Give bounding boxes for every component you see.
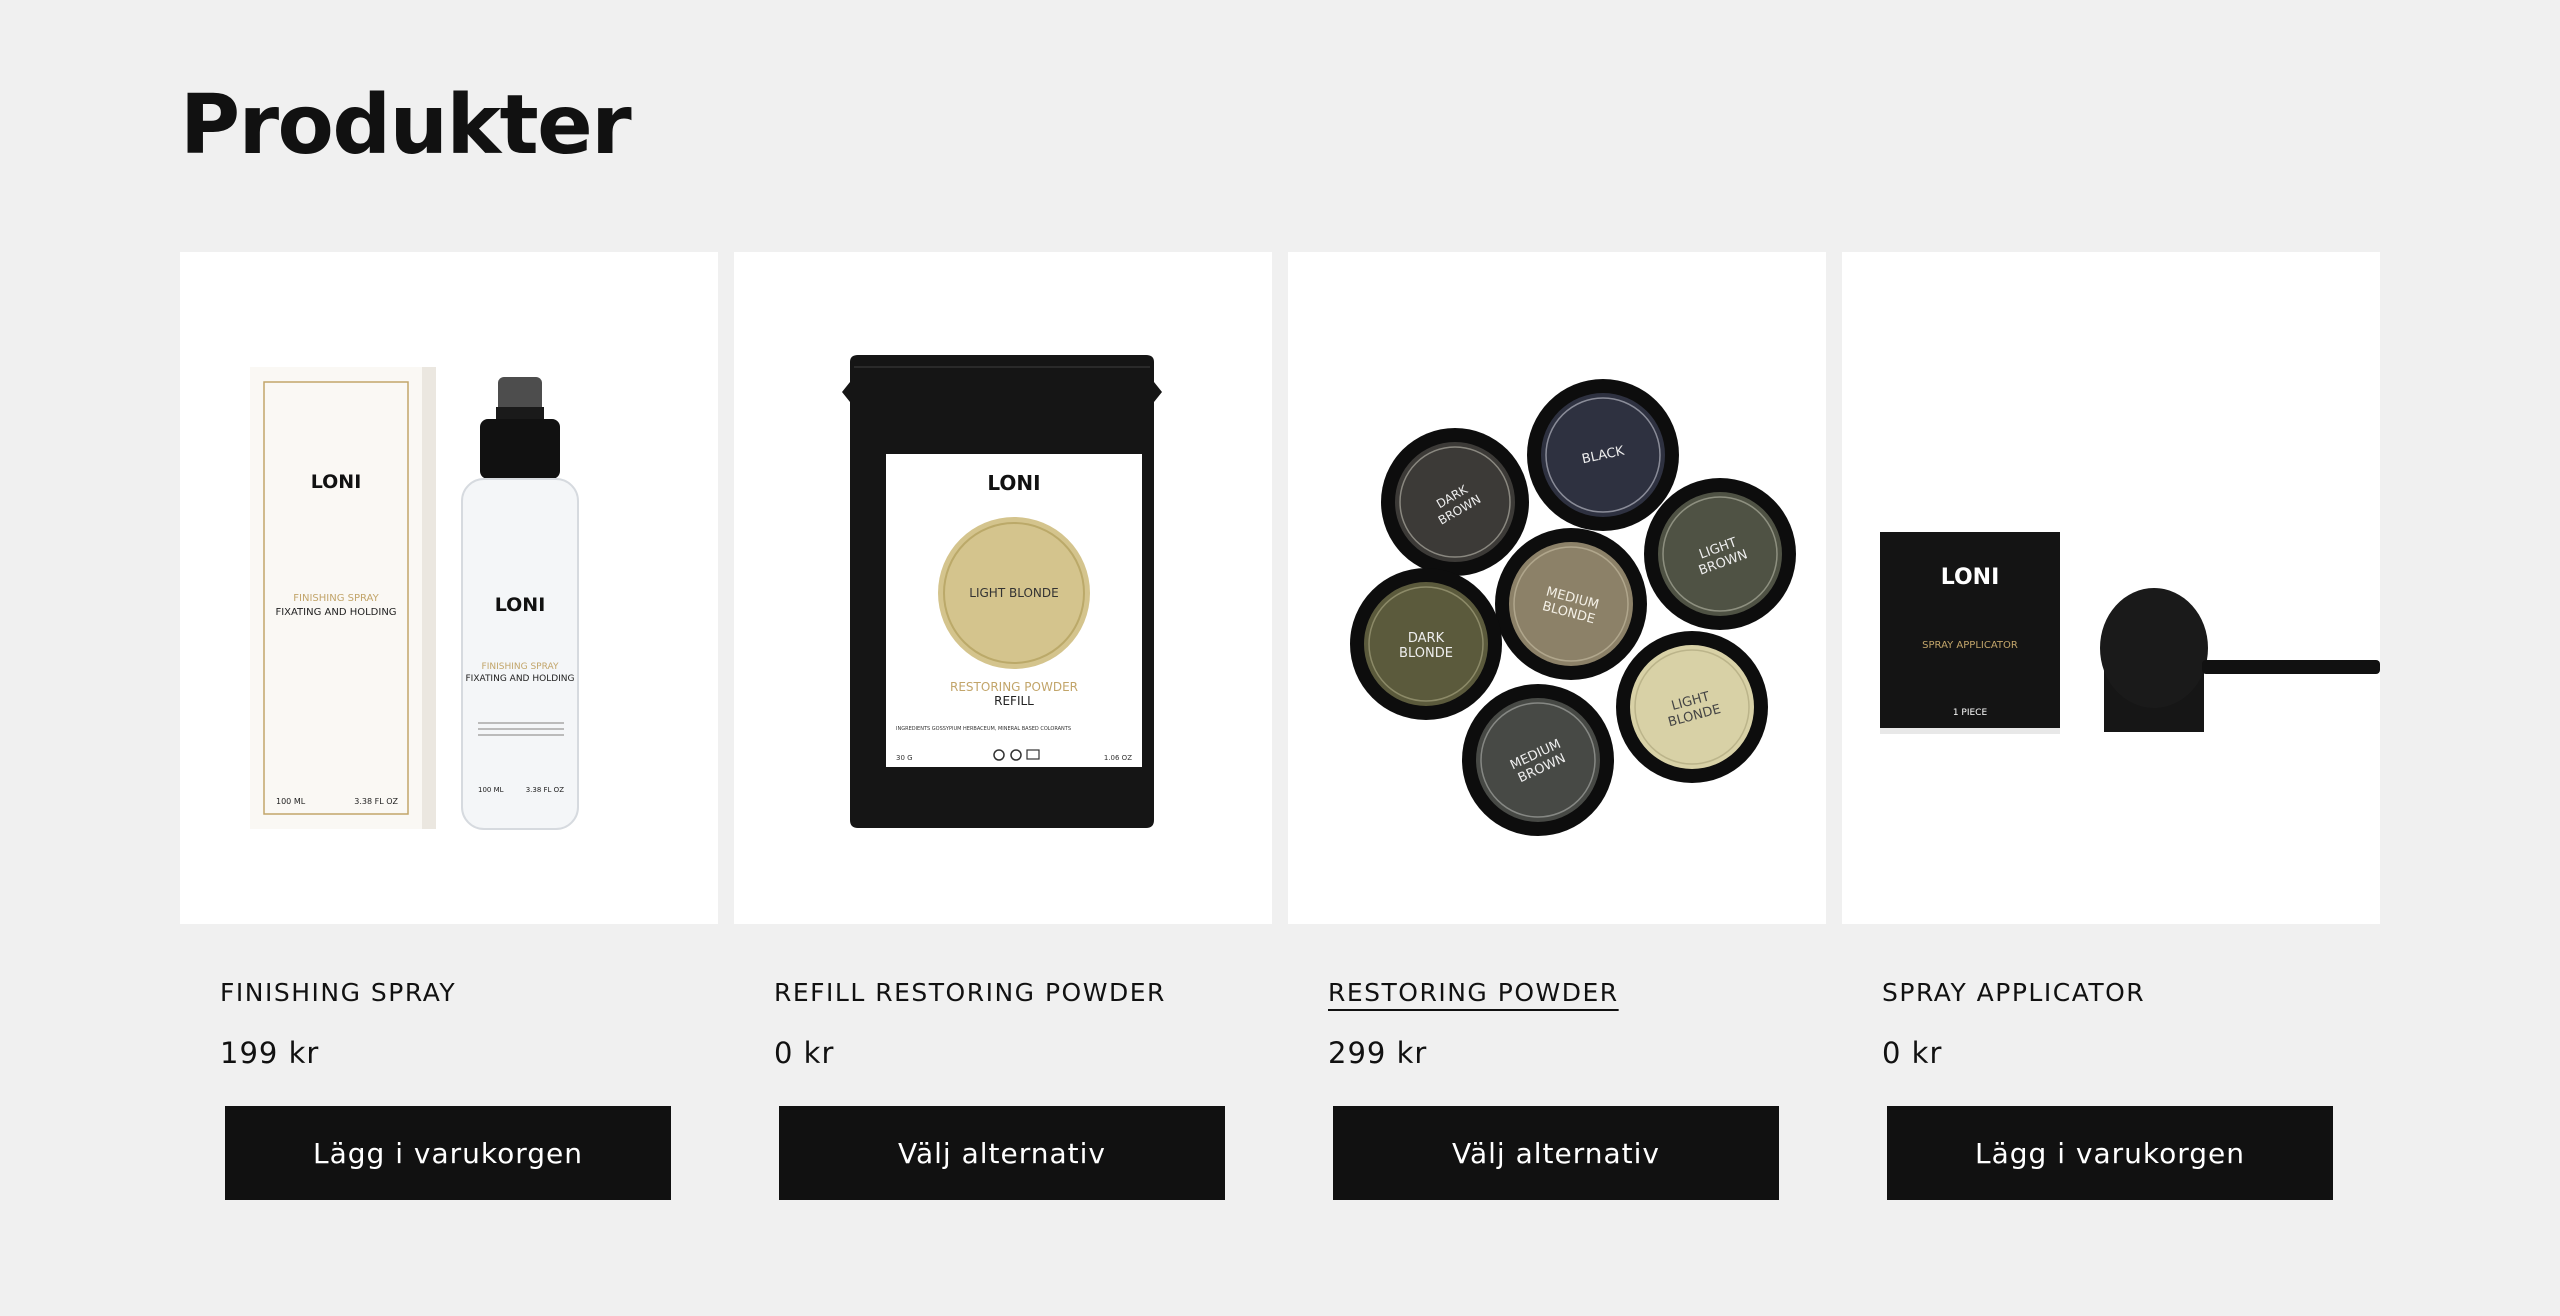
product-price: 199 kr [220, 1036, 320, 1070]
pouch-ingredients: INGREDIENTS GOSSYPIUM HERBACEUM, MINERAL… [896, 726, 1071, 732]
product-name[interactable]: SPRAY APPLICATOR [1882, 978, 2145, 1008]
product-name[interactable]: REFILL RESTORING POWDER [774, 978, 1166, 1008]
box-volume-ml: 100 ML [276, 797, 306, 806]
product-name[interactable]: RESTORING POWDER [1328, 978, 1619, 1008]
product-card-finishing-spray: LONI FINISHING SPRAY FIXATING AND HOLDIN… [180, 252, 718, 1200]
product-grid: LONI FINISHING SPRAY FIXATING AND HOLDIN… [180, 252, 2380, 1200]
restoring-powder-jars-illustration: DARK BROWN BLACK LIGHT BROWN MEDIUM BLON… [1350, 379, 1796, 836]
box-volume-oz: 3.38 FL OZ [354, 797, 398, 806]
product-card-restoring-powder: DARK BROWN BLACK LIGHT BROWN MEDIUM BLON… [1288, 252, 1826, 1200]
bottle-line1: FINISHING SPRAY [482, 662, 559, 672]
pouch-line2: REFILL [994, 694, 1034, 708]
refill-pouch-illustration: LONI LIGHT BLONDE RESTORING POWDER REFIL… [842, 355, 1162, 828]
product-price: 0 kr [774, 1036, 835, 1070]
add-to-cart-button[interactable]: Lägg i varukorgen [225, 1106, 671, 1200]
product-name[interactable]: FINISHING SPRAY [220, 978, 456, 1008]
jar-label-5b: BLONDE [1399, 646, 1453, 661]
jar-label-5a: DARK [1408, 631, 1445, 646]
product-price: 0 kr [1882, 1036, 1943, 1070]
add-to-cart-button[interactable]: Lägg i varukorgen [1887, 1106, 2333, 1200]
pouch-weight-oz: 1.06 OZ [1104, 754, 1132, 762]
product-price: 299 kr [1328, 1036, 1428, 1070]
product-card-spray-applicator: LONI SPRAY APPLICATOR 1 PIECE SPRAY APPL… [1842, 252, 2380, 1200]
choose-options-button[interactable]: Välj alternativ [1333, 1106, 1779, 1200]
bottle-volume-oz: 3.38 FL OZ [526, 786, 564, 794]
product-card-refill-restoring-powder: LONI LIGHT BLONDE RESTORING POWDER REFIL… [734, 252, 1272, 1200]
product-image-spray-applicator[interactable]: LONI SPRAY APPLICATOR 1 PIECE [1842, 252, 2380, 924]
box-line1: FINISHING SPRAY [293, 593, 379, 604]
pouch-weight-g: 30 G [896, 754, 913, 762]
bottle-volume-ml: 100 ML [478, 786, 504, 794]
spray-applicator-illustration: LONI SPRAY APPLICATOR 1 PIECE [1880, 532, 2380, 734]
page-title: Produkter [180, 78, 632, 173]
box-line2: FIXATING AND HOLDING [275, 607, 396, 618]
product-image-refill-restoring-powder[interactable]: LONI LIGHT BLONDE RESTORING POWDER REFIL… [734, 252, 1272, 924]
choose-options-button[interactable]: Välj alternativ [779, 1106, 1225, 1200]
bottle-line2: FIXATING AND HOLDING [465, 674, 574, 684]
applicator-box-brand: LONI [1941, 565, 2000, 590]
pouch-line1: RESTORING POWDER [950, 680, 1078, 694]
box-brand-label: LONI [311, 471, 362, 493]
product-image-restoring-powder[interactable]: DARK BROWN BLACK LIGHT BROWN MEDIUM BLON… [1288, 252, 1826, 924]
applicator-box-count: 1 PIECE [1953, 708, 1988, 718]
bottle-brand-label: LONI [495, 594, 546, 616]
pouch-shade-label: LIGHT BLONDE [969, 586, 1058, 600]
applicator-box-line: SPRAY APPLICATOR [1922, 640, 2018, 651]
finishing-spray-illustration: LONI FINISHING SPRAY FIXATING AND HOLDIN… [250, 367, 579, 830]
product-image-finishing-spray[interactable]: LONI FINISHING SPRAY FIXATING AND HOLDIN… [180, 252, 718, 924]
pouch-brand-label: LONI [987, 471, 1040, 495]
